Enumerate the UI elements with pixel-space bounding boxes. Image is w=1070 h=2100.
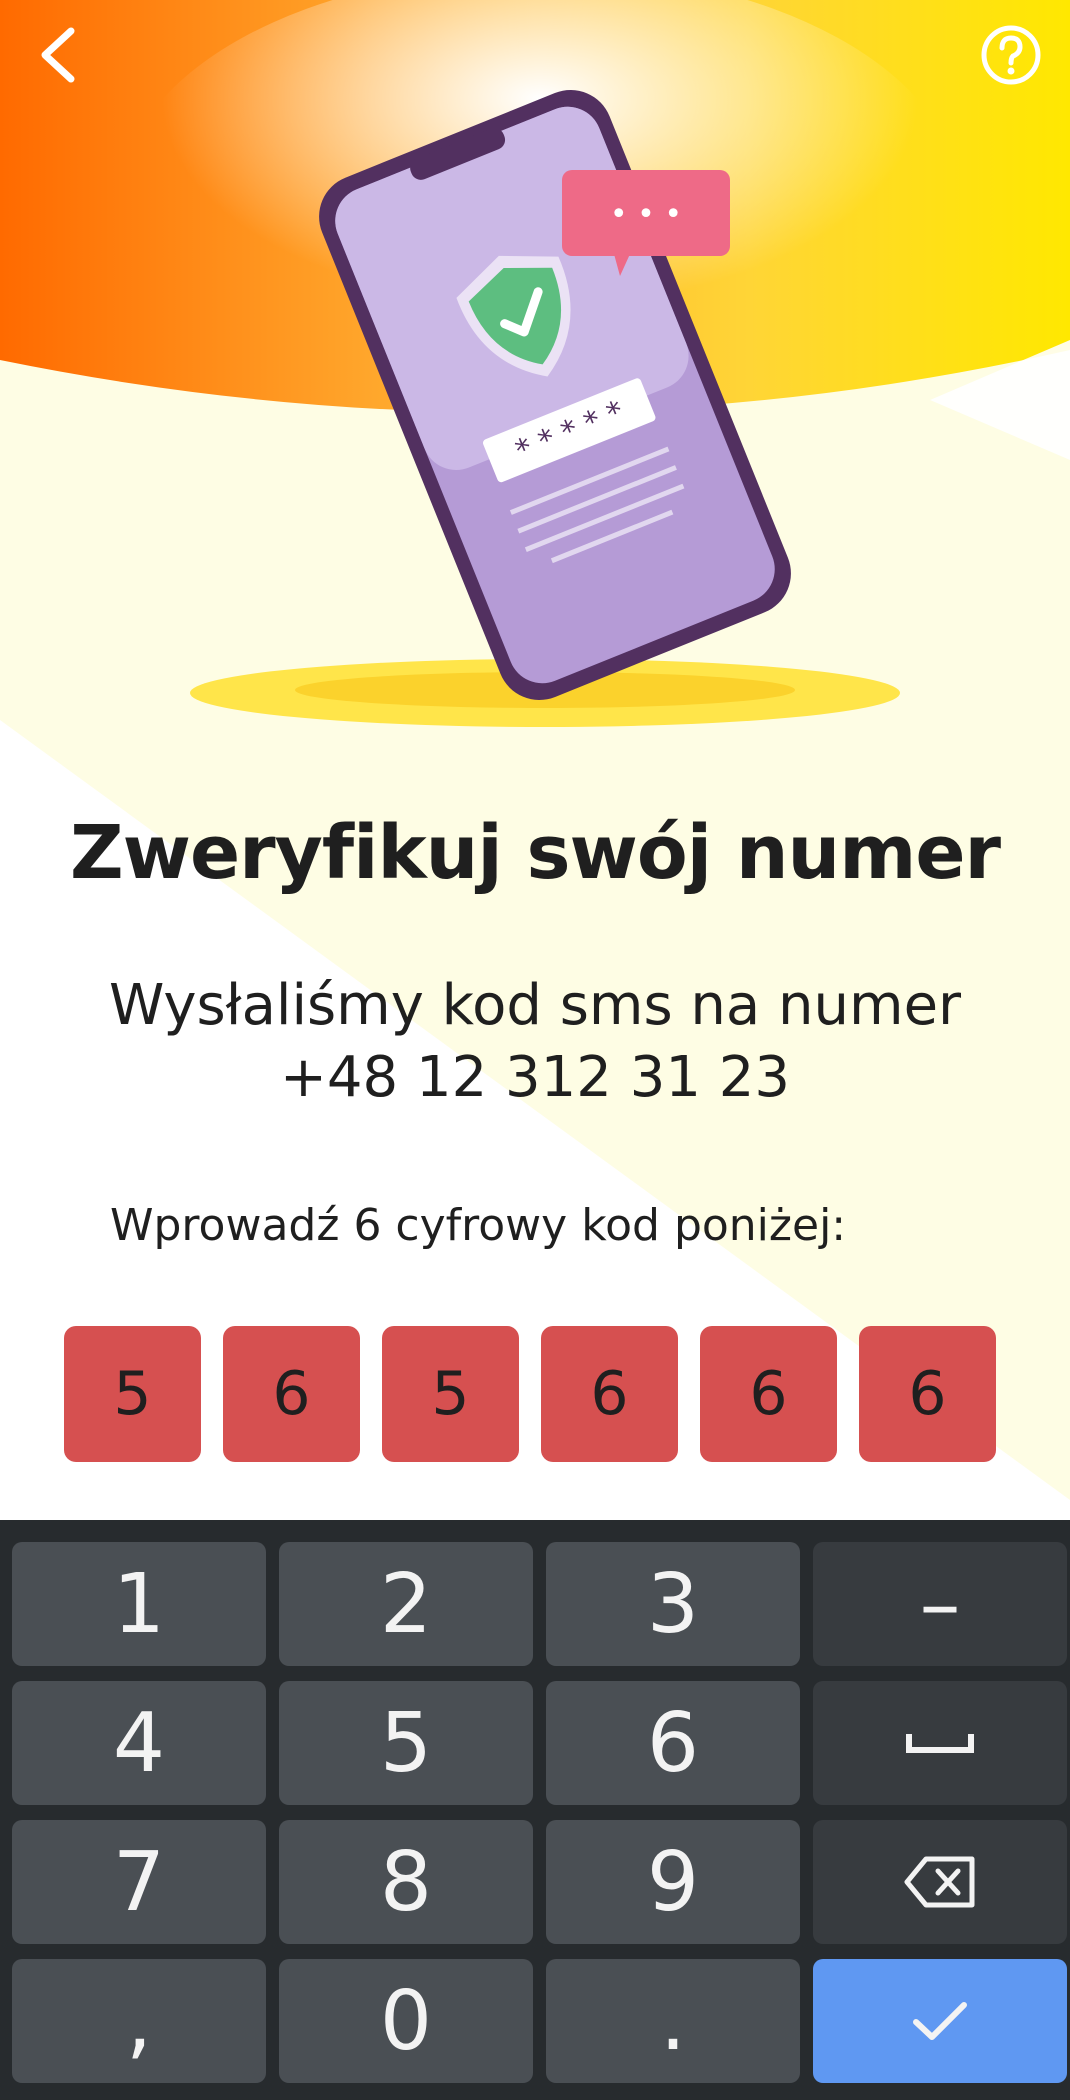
key-enter[interactable] [813,1959,1067,2083]
sms-sent-info: Wysłaliśmy kod sms na numer +48 12 312 3… [0,970,1070,1114]
question-circle-icon [981,25,1041,85]
back-button[interactable] [14,10,104,100]
key-dash[interactable]: – [813,1542,1067,1666]
svg-text:• • •: • • • [610,197,682,232]
key-1[interactable]: 1 [12,1542,266,1666]
code-digit-1[interactable]: 5 [64,1326,201,1462]
code-digit-3[interactable]: 5 [382,1326,519,1462]
key-9[interactable]: 9 [546,1820,800,1944]
key-4[interactable]: 4 [12,1681,266,1805]
numeric-keyboard: 1 2 3 – 4 5 6 7 8 9 , 0 . [0,1520,1070,2100]
code-digit-4[interactable]: 6 [541,1326,678,1462]
page-title: Zweryfikuj swój numer [69,810,1001,896]
backspace-icon [904,1856,975,1908]
phone-number: +48 12 312 31 23 [279,1045,791,1110]
code-digit-5[interactable]: 6 [700,1326,837,1462]
help-button[interactable] [966,10,1056,100]
key-8[interactable]: 8 [279,1820,533,1944]
code-prompt: Wprowadź 6 cyfrowy kod poniżej: [110,1200,847,1251]
checkmark-icon [913,2002,967,2040]
phone-verification-illustration: * * * * * • • • [190,89,900,727]
space-bar-icon [906,1734,974,1753]
key-5[interactable]: 5 [279,1681,533,1805]
code-input-row: 5 6 5 6 6 6 [64,1326,996,1462]
chevron-left-icon [41,27,75,83]
code-digit-2[interactable]: 6 [223,1326,360,1462]
key-3[interactable]: 3 [546,1542,800,1666]
key-backspace[interactable] [813,1820,1067,1944]
key-0[interactable]: 0 [279,1959,533,2083]
key-7[interactable]: 7 [12,1820,266,1944]
key-2[interactable]: 2 [279,1542,533,1666]
key-6[interactable]: 6 [546,1681,800,1805]
key-dot[interactable]: . [546,1959,800,2083]
sms-sent-text: Wysłaliśmy kod sms na numer [108,973,962,1038]
key-comma[interactable]: , [12,1959,266,2083]
code-digit-6[interactable]: 6 [859,1326,996,1462]
verify-phone-screen: * * * * * • • • Zweryfikuj swój numer Wy… [0,0,1070,2100]
key-space[interactable] [813,1681,1067,1805]
